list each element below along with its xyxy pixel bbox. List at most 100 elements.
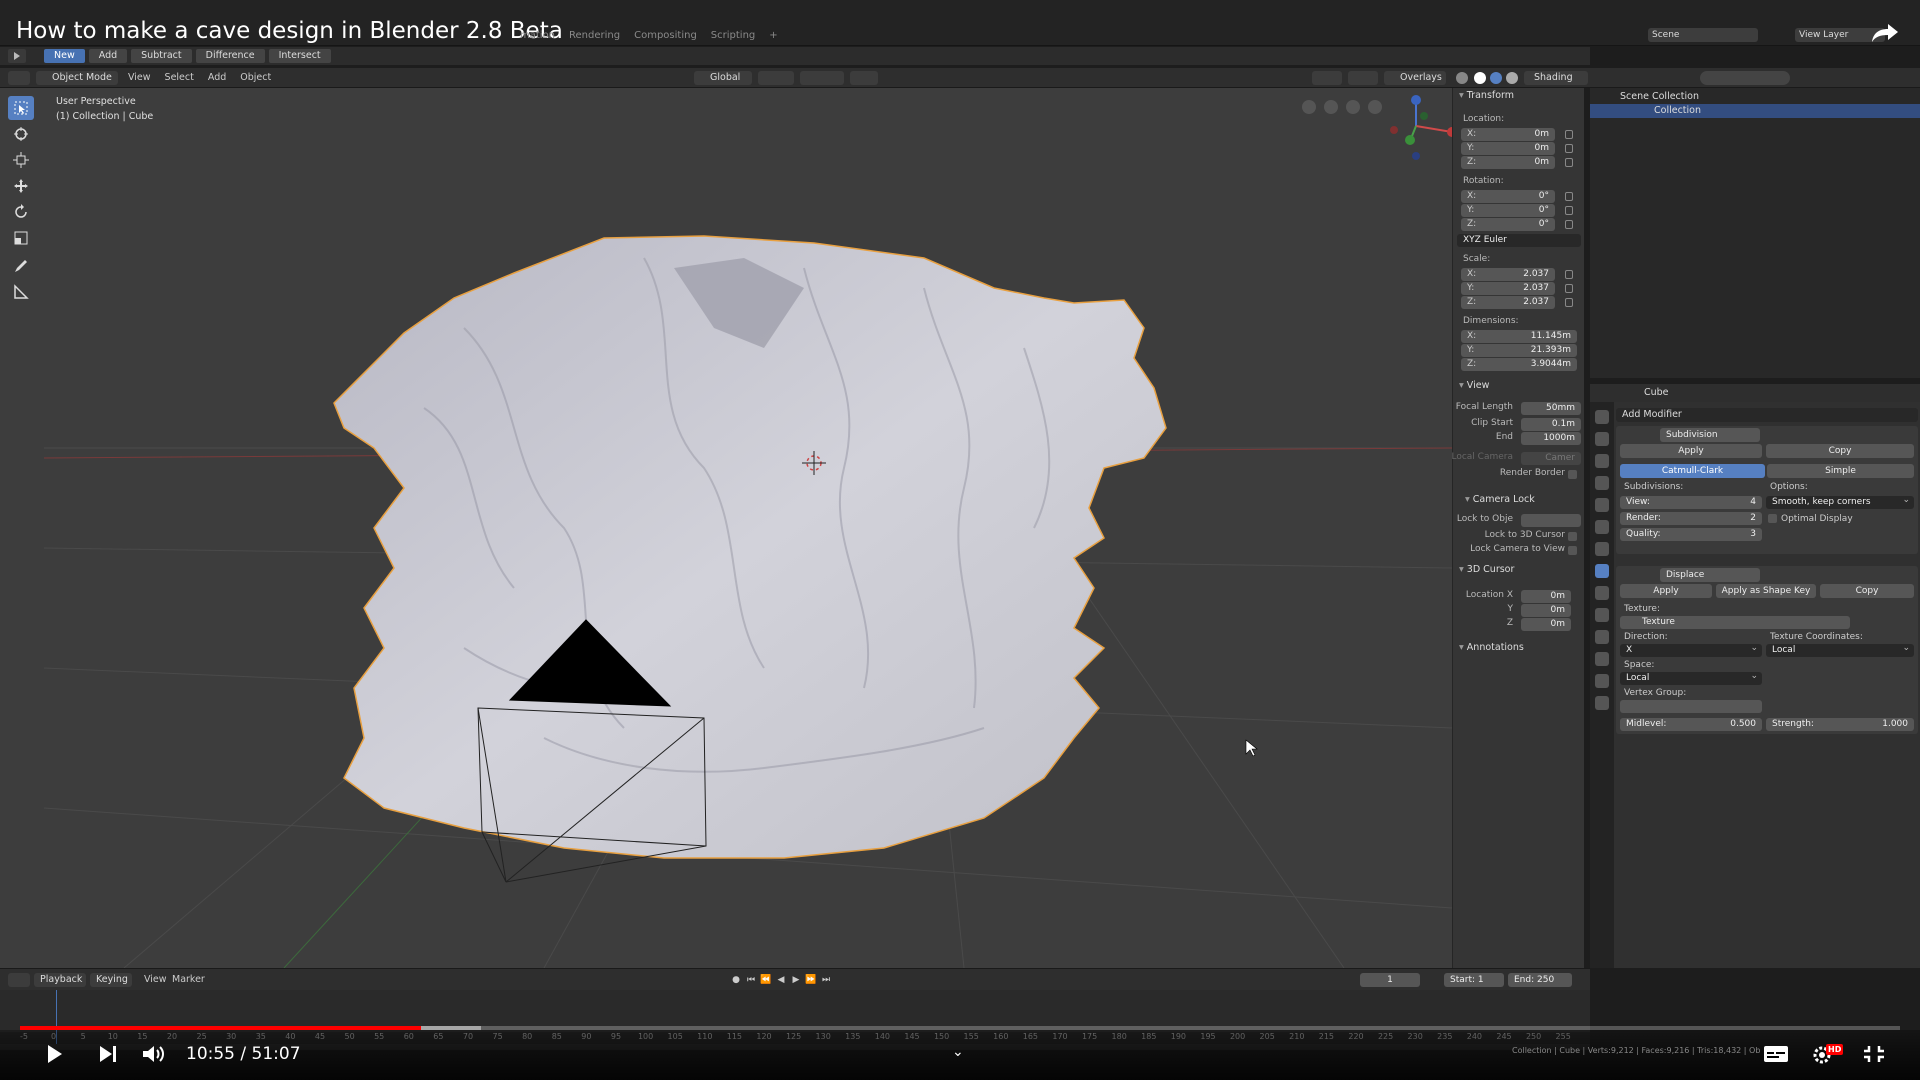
menu-select[interactable]: Select: [165, 72, 194, 83]
lock-icon[interactable]: [1565, 206, 1573, 215]
3d-cursor-section[interactable]: 3D Cursor: [1459, 564, 1515, 575]
workspace-tab-scripting[interactable]: Scripting: [711, 30, 755, 41]
annotate-tool[interactable]: [8, 254, 34, 278]
pivot-point-button[interactable]: [758, 71, 794, 85]
vertex-group-field[interactable]: [1620, 700, 1762, 713]
world-tab-icon[interactable]: [1595, 520, 1609, 534]
visibility-button[interactable]: [1312, 71, 1342, 85]
scale-z-field[interactable]: Z: 2.037: [1461, 296, 1555, 309]
location-x-field[interactable]: X: 0m: [1461, 128, 1555, 141]
optimal-display-checkbox[interactable]: [1768, 514, 1777, 523]
video-title[interactable]: How to make a cave design in Blender 2.8…: [16, 18, 563, 44]
transform-section[interactable]: Transform: [1459, 90, 1514, 101]
outliner-row-scene-collection[interactable]: Scene Collection: [1590, 90, 1920, 104]
displace-copy-button[interactable]: Copy: [1820, 584, 1914, 598]
cursor-x-field[interactable]: 0m: [1521, 590, 1571, 603]
lock-icon[interactable]: [1565, 270, 1573, 279]
displace-apply-button[interactable]: Apply: [1620, 584, 1712, 598]
rotate-tool[interactable]: [8, 200, 34, 224]
displace-name-field[interactable]: Displace: [1660, 568, 1760, 582]
material-shading-icon[interactable]: [1506, 72, 1518, 84]
snap-button[interactable]: [800, 71, 844, 85]
lock-icon[interactable]: [1565, 298, 1573, 307]
subdivision-view-field[interactable]: View: 4: [1620, 496, 1762, 509]
transform-tool[interactable]: [8, 148, 34, 172]
subdivision-name-field[interactable]: Subdivision: [1660, 428, 1760, 442]
wireframe-shading-icon[interactable]: [1474, 72, 1486, 84]
lock-icon[interactable]: [1565, 158, 1573, 167]
volume-button[interactable]: [140, 1042, 168, 1066]
outliner-search-input[interactable]: [1700, 71, 1790, 85]
play-icon[interactable]: [8, 49, 26, 63]
next-keyframe-icon[interactable]: ⏩: [805, 973, 817, 987]
output-tab-icon[interactable]: [1595, 454, 1609, 468]
view-section[interactable]: View: [1459, 380, 1490, 391]
outliner-row-collection[interactable]: Collection: [1590, 104, 1920, 118]
constraints-tab-icon[interactable]: [1595, 630, 1609, 644]
subdivision-copy-button[interactable]: Copy: [1766, 444, 1914, 458]
neg-z-axis-icon[interactable]: [1412, 152, 1420, 160]
proportional-edit-button[interactable]: [850, 71, 878, 85]
location-y-field[interactable]: Y: 0m: [1461, 142, 1555, 155]
midlevel-field[interactable]: Midlevel: 0.500: [1620, 718, 1762, 731]
scene-tab-icon[interactable]: [1595, 498, 1609, 512]
rotation-x-field[interactable]: X: 0°: [1461, 190, 1555, 203]
lock-icon[interactable]: [1565, 130, 1573, 139]
cursor-z-field[interactable]: 0m: [1521, 618, 1571, 631]
lock-icon[interactable]: [1565, 284, 1573, 293]
grid-view-icon[interactable]: [1302, 100, 1316, 114]
data-tab-icon[interactable]: [1595, 652, 1609, 666]
lock-icon[interactable]: [1565, 192, 1573, 201]
simple-button[interactable]: Simple: [1767, 464, 1914, 478]
material-tab-icon[interactable]: [1595, 674, 1609, 688]
y-axis-icon[interactable]: [1405, 135, 1415, 145]
video-progress-bar[interactable]: [20, 1026, 1900, 1030]
share-icon[interactable]: [1870, 22, 1900, 44]
overlays-button[interactable]: Overlays: [1384, 71, 1446, 85]
dimensions-x-field[interactable]: X: 11.145m: [1461, 330, 1577, 343]
texture-coordinates-select[interactable]: Local: [1766, 642, 1914, 657]
scale-tool[interactable]: [8, 226, 34, 250]
frame-end-field[interactable]: End: 250: [1508, 973, 1572, 987]
playback-menu[interactable]: Playback: [34, 973, 86, 987]
play-button[interactable]: [40, 1042, 68, 1066]
timeline-editor-icon[interactable]: [8, 973, 30, 987]
texture-field[interactable]: Texture: [1620, 616, 1850, 629]
move-tool[interactable]: [8, 174, 34, 198]
bool-intersect-button[interactable]: Intersect: [268, 49, 331, 63]
scale-y-field[interactable]: Y: 2.037: [1461, 282, 1555, 295]
timeline-marker-menu[interactable]: Marker: [172, 974, 205, 985]
physics-tab-icon[interactable]: [1595, 608, 1609, 622]
editor-type-icon[interactable]: [8, 71, 30, 85]
view-layer-tab-icon[interactable]: [1595, 476, 1609, 490]
add-modifier-select[interactable]: Add Modifier: [1616, 408, 1918, 422]
object-mode-select[interactable]: Object Mode: [36, 71, 118, 85]
scale-x-field[interactable]: X: 2.037: [1461, 268, 1555, 281]
subdivision-apply-button[interactable]: Apply: [1620, 444, 1762, 458]
subdivision-quality-field[interactable]: Quality: 3: [1620, 528, 1762, 541]
cursor-tool[interactable]: [8, 122, 34, 146]
focal-length-field[interactable]: 50mm: [1521, 402, 1581, 415]
modifier-tab-icon[interactable]: [1595, 564, 1609, 578]
object-tab-icon[interactable]: [1595, 542, 1609, 556]
catmull-clark-button[interactable]: Catmull-Clark: [1620, 464, 1765, 478]
frame-start-field[interactable]: Start: 1: [1444, 973, 1504, 987]
record-icon[interactable]: ●: [730, 973, 742, 987]
next-video-button[interactable]: [94, 1042, 122, 1066]
annotations-section[interactable]: Annotations: [1459, 642, 1524, 653]
space-select[interactable]: Local: [1620, 670, 1762, 685]
timeline-view-menu[interactable]: View: [144, 974, 167, 985]
lock-icon[interactable]: [1565, 220, 1573, 229]
dimensions-y-field[interactable]: Y: 21.393m: [1461, 344, 1577, 357]
strength-field[interactable]: Strength: 1.000: [1766, 718, 1914, 731]
render-tab-icon[interactable]: [1595, 432, 1609, 446]
particles-tab-icon[interactable]: [1595, 586, 1609, 600]
rotation-z-field[interactable]: Z: 0°: [1461, 218, 1555, 231]
transform-orientation-select[interactable]: Global: [694, 71, 752, 85]
jump-end-icon[interactable]: ⏭: [820, 973, 832, 987]
neg-y-axis-icon[interactable]: [1420, 112, 1428, 120]
play-reverse-icon[interactable]: ◀: [775, 973, 787, 987]
apply-as-shape-key-button[interactable]: Apply as Shape Key: [1716, 584, 1816, 598]
prev-keyframe-icon[interactable]: ⏪: [760, 973, 772, 987]
menu-view[interactable]: View: [128, 72, 151, 83]
